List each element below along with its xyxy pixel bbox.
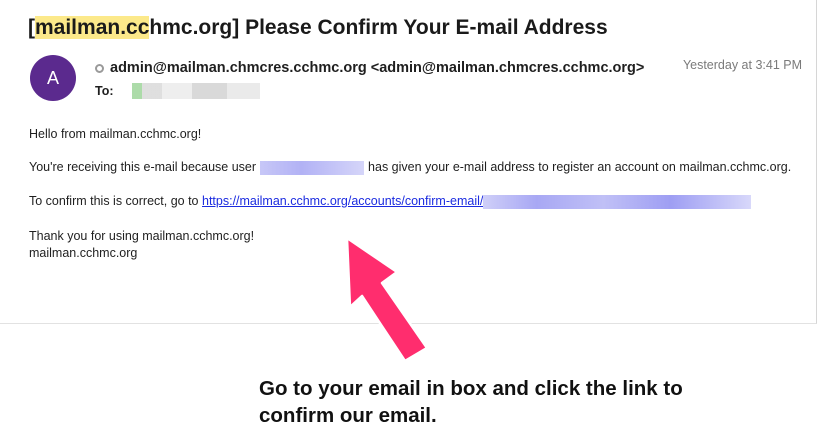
receiving-prefix: You're receiving this e-mail because use… xyxy=(29,160,257,174)
to-label: To: xyxy=(95,84,114,98)
status-dot-icon xyxy=(95,63,104,73)
signature-line: mailman.cchmc.org xyxy=(29,246,138,260)
email-subject: [mailman.cchmc.org] Please Confirm Your … xyxy=(28,16,608,39)
redacted-username xyxy=(260,160,365,175)
subject-search-highlight: mailman.cc xyxy=(35,16,150,39)
sender-avatar: A xyxy=(30,55,76,101)
confirm-line: To confirm this is correct, go to https:… xyxy=(29,194,752,209)
sender-address[interactable]: admin@mailman.chmcres.cchmc.org <admin@m… xyxy=(110,60,644,76)
from-row: admin@mailman.chmcres.cchmc.org <admin@m… xyxy=(95,60,644,76)
instruction-line-1: Go to your email in box and click the li… xyxy=(259,377,683,400)
email-timestamp: Yesterday at 3:41 PM xyxy=(682,58,802,72)
confirm-prefix: To confirm this is correct, go to xyxy=(29,194,199,208)
receiving-line: You're receiving this e-mail because use… xyxy=(29,160,791,175)
redacted-confirm-token[interactable] xyxy=(483,194,752,209)
subject-tag-rest: hmc.org xyxy=(149,16,233,39)
email-message-pane: [mailman.cchmc.org] Please Confirm Your … xyxy=(0,0,817,324)
instruction-caption: Go to your email in box and click the li… xyxy=(259,375,683,429)
instruction-line-2: confirm our email. xyxy=(259,404,437,427)
thanks-line: Thank you for using mailman.cchmc.org! xyxy=(29,229,255,243)
greeting-line: Hello from mailman.cchmc.org! xyxy=(29,127,202,141)
subject-text: Please Confirm Your E-mail Address xyxy=(239,16,608,39)
avatar-initial: A xyxy=(46,67,59,88)
redacted-recipient[interactable] xyxy=(131,83,260,99)
to-row: To: xyxy=(95,83,260,99)
confirm-email-link[interactable]: https://mailman.cchmc.org/accounts/confi… xyxy=(202,194,483,208)
receiving-suffix: has given your e-mail address to registe… xyxy=(368,160,792,174)
